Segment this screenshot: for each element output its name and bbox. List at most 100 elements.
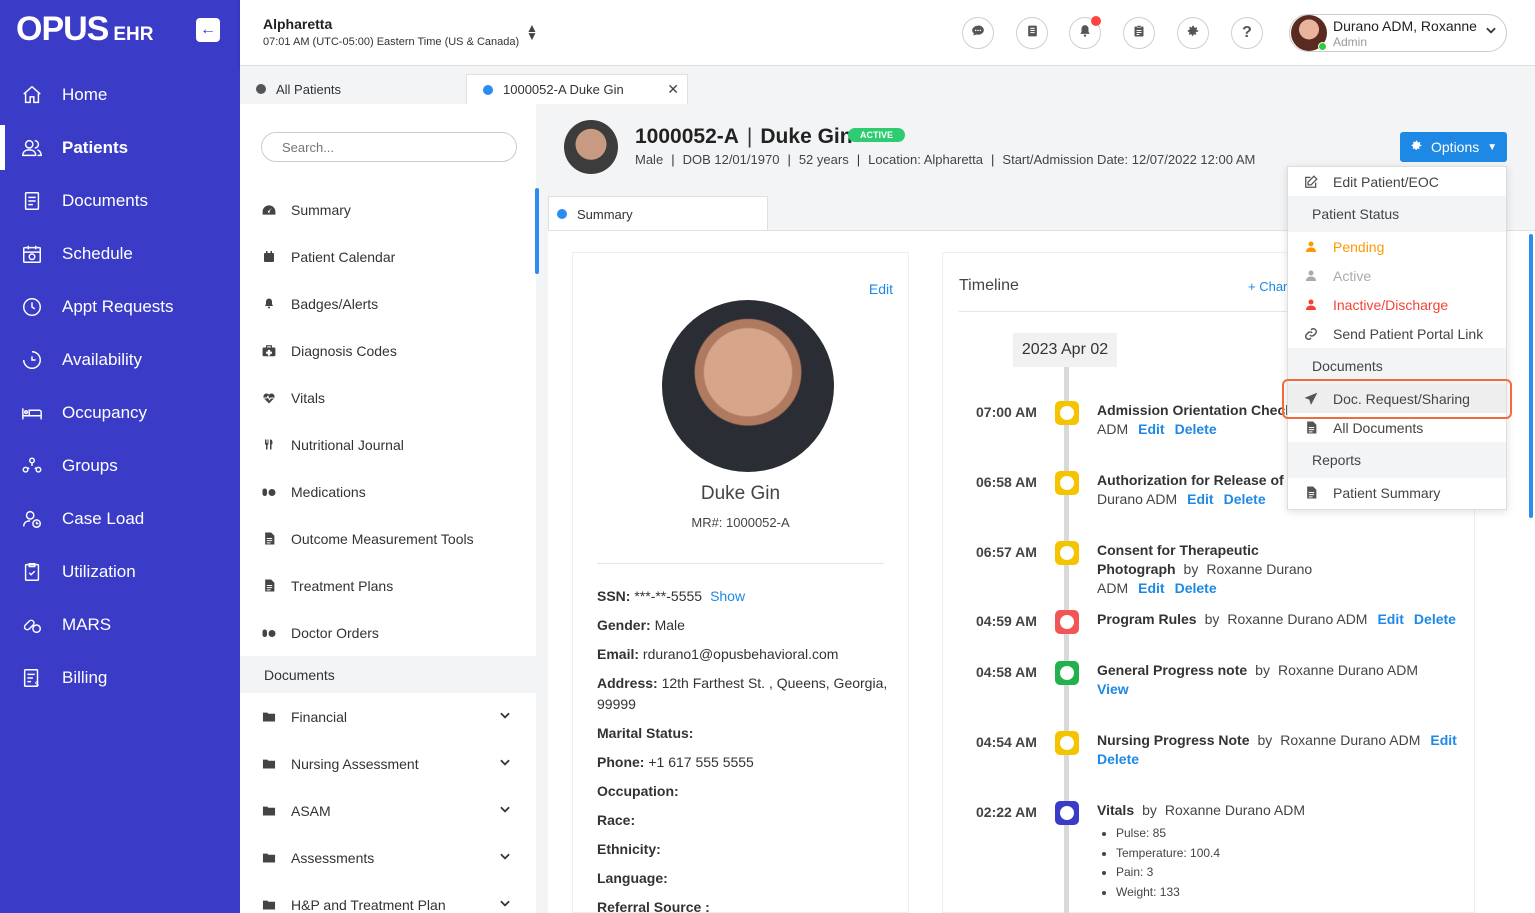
chevron-down-icon (1484, 23, 1498, 40)
nav-utilization[interactable]: Utilization (0, 545, 240, 598)
menu-item-vitals[interactable]: Vitals (240, 374, 536, 421)
folder-assessments[interactable]: Assessments (240, 834, 536, 881)
collapse-sidebar-button[interactable]: ← (196, 18, 220, 42)
clipboard-check-icon (20, 560, 44, 584)
tab-patient[interactable]: 1000052-A Duke Gin ✕ (466, 74, 688, 104)
menu-item-doctor-orders[interactable]: Doctor Orders (240, 609, 536, 656)
menu-item-patient-calendar[interactable]: Patient Calendar (240, 233, 536, 280)
tab-summary[interactable]: Summary (548, 196, 768, 231)
chevron-down-icon (498, 896, 512, 913)
tab-all-patients[interactable]: All Patients (240, 74, 466, 104)
clipboard-button[interactable] (1123, 17, 1155, 49)
tab-status-dot (483, 84, 493, 95)
book-icon (1026, 24, 1039, 43)
main-scrollbar[interactable] (1529, 234, 1533, 518)
nav-case-load[interactable]: Case Load (0, 492, 240, 545)
event-marker (1055, 541, 1079, 565)
delete-link[interactable]: Delete (1414, 611, 1456, 627)
delete-link[interactable]: Delete (1175, 580, 1217, 596)
notification-dot (1091, 16, 1101, 26)
notes-button[interactable] (1016, 17, 1048, 49)
timeline-title: Timeline (959, 277, 1019, 294)
nav-patients[interactable]: Patients (0, 121, 240, 174)
chat-button[interactable] (962, 17, 994, 49)
left-panel-scrollbar[interactable] (535, 188, 539, 274)
location-switch-icon[interactable]: ▲ ▼ (526, 22, 538, 42)
event-title[interactable]: General Progress note (1097, 662, 1247, 678)
nav-billing[interactable]: $ Billing (0, 651, 240, 704)
options-button[interactable]: Options ▼ (1400, 132, 1507, 162)
search-input[interactable] (261, 132, 517, 162)
sidebar: OPUS EHR ← Home Patients Documents Sched… (0, 0, 240, 913)
menu-status-pending[interactable]: Pending (1288, 232, 1506, 261)
event-marker (1055, 731, 1079, 755)
arrow-left-icon: ← (200, 21, 216, 38)
nav-occupancy[interactable]: Occupancy (0, 386, 240, 439)
nav-mars[interactable]: MARS (0, 598, 240, 651)
edit-link[interactable]: Edit (1138, 580, 1164, 596)
edit-profile-link[interactable]: Edit (869, 281, 893, 297)
edit-link[interactable]: Edit (1377, 611, 1403, 627)
event-title[interactable]: Admission Orientation Checkl (1097, 402, 1297, 418)
location-name[interactable]: Alpharetta (263, 16, 332, 32)
profile-mr: MR#: 1000052-A (691, 515, 790, 530)
pills-icon (262, 485, 276, 499)
reports-header: Reports (1288, 442, 1506, 478)
event-title[interactable]: Vitals (1097, 802, 1134, 818)
menu-patient-summary[interactable]: Patient Summary (1288, 478, 1506, 507)
menu-status-active[interactable]: Active (1288, 261, 1506, 290)
notifications-button[interactable] (1069, 16, 1101, 49)
nav-availability[interactable]: Availability (0, 333, 240, 386)
status-badge: ACTIVE (848, 128, 906, 142)
heartbeat-icon (262, 391, 276, 405)
menu-send-portal-link[interactable]: Send Patient Portal Link (1288, 319, 1506, 348)
menu-item-treatment-plans[interactable]: Treatment Plans (240, 562, 536, 609)
bed-icon (20, 401, 44, 425)
menu-item-nutritional-journal[interactable]: Nutritional Journal (240, 421, 536, 468)
menu-status-inactive[interactable]: Inactive/Discharge (1288, 290, 1506, 319)
nav-appt-requests[interactable]: Appt Requests (0, 280, 240, 333)
menu-edit-patient[interactable]: Edit Patient/EOC (1288, 167, 1506, 196)
event-title[interactable]: Nursing Progress Note (1097, 732, 1249, 748)
edit-link[interactable]: Edit (1187, 491, 1213, 507)
user-menu[interactable]: Durano ADM, Roxanne Admin (1289, 14, 1507, 52)
close-icon[interactable]: ✕ (667, 81, 679, 98)
edit-link[interactable]: Edit (1138, 421, 1164, 437)
nav-home[interactable]: Home (0, 68, 240, 121)
gear-icon (1186, 24, 1200, 43)
main-nav: Home Patients Documents Schedule Appt Re… (0, 68, 240, 704)
menu-item-diagnosis-codes[interactable]: Diagnosis Codes (240, 327, 536, 374)
delete-link[interactable]: Delete (1175, 421, 1217, 437)
nav-schedule[interactable]: Schedule (0, 227, 240, 280)
menu-item-summary[interactable]: Summary (240, 186, 536, 233)
folder-nursing-assessment[interactable]: Nursing Assessment (240, 740, 536, 787)
settings-button[interactable] (1177, 17, 1209, 49)
profile-name: Duke Gin (700, 483, 781, 504)
delete-link[interactable]: Delete (1224, 491, 1266, 507)
documents-section-header: Documents (240, 656, 536, 693)
event-title[interactable]: Program Rules (1097, 611, 1197, 627)
event-title[interactable]: Authorization for Release of Inf (1097, 472, 1305, 488)
menu-item-badges-alerts[interactable]: Badges/Alerts (240, 280, 536, 327)
help-button[interactable]: ? (1231, 17, 1263, 49)
user-icon (1304, 240, 1318, 253)
nav-documents[interactable]: Documents (0, 174, 240, 227)
folder-financial[interactable]: Financial (240, 693, 536, 740)
case-load-icon (20, 507, 44, 531)
question-icon: ? (1242, 24, 1252, 41)
bell-icon (262, 297, 276, 311)
folder-icon (262, 756, 276, 772)
edit-icon (1304, 174, 1318, 189)
menu-item-medications[interactable]: Medications (240, 468, 536, 515)
show-ssn-link[interactable]: Show (710, 588, 745, 604)
folder-hp-treatment-plan[interactable]: H&P and Treatment Plan (240, 881, 536, 913)
nav-groups[interactable]: Groups (0, 439, 240, 492)
timeline-change-link[interactable]: + Char (1248, 279, 1287, 294)
menu-item-outcome-measurement-tools[interactable]: Outcome Measurement Tools (240, 515, 536, 562)
view-link[interactable]: View (1097, 681, 1129, 697)
edit-link[interactable]: Edit (1430, 732, 1456, 748)
event-marker (1055, 661, 1079, 685)
folder-asam[interactable]: ASAM (240, 787, 536, 834)
home-icon (20, 83, 44, 107)
delete-link[interactable]: Delete (1097, 751, 1139, 767)
